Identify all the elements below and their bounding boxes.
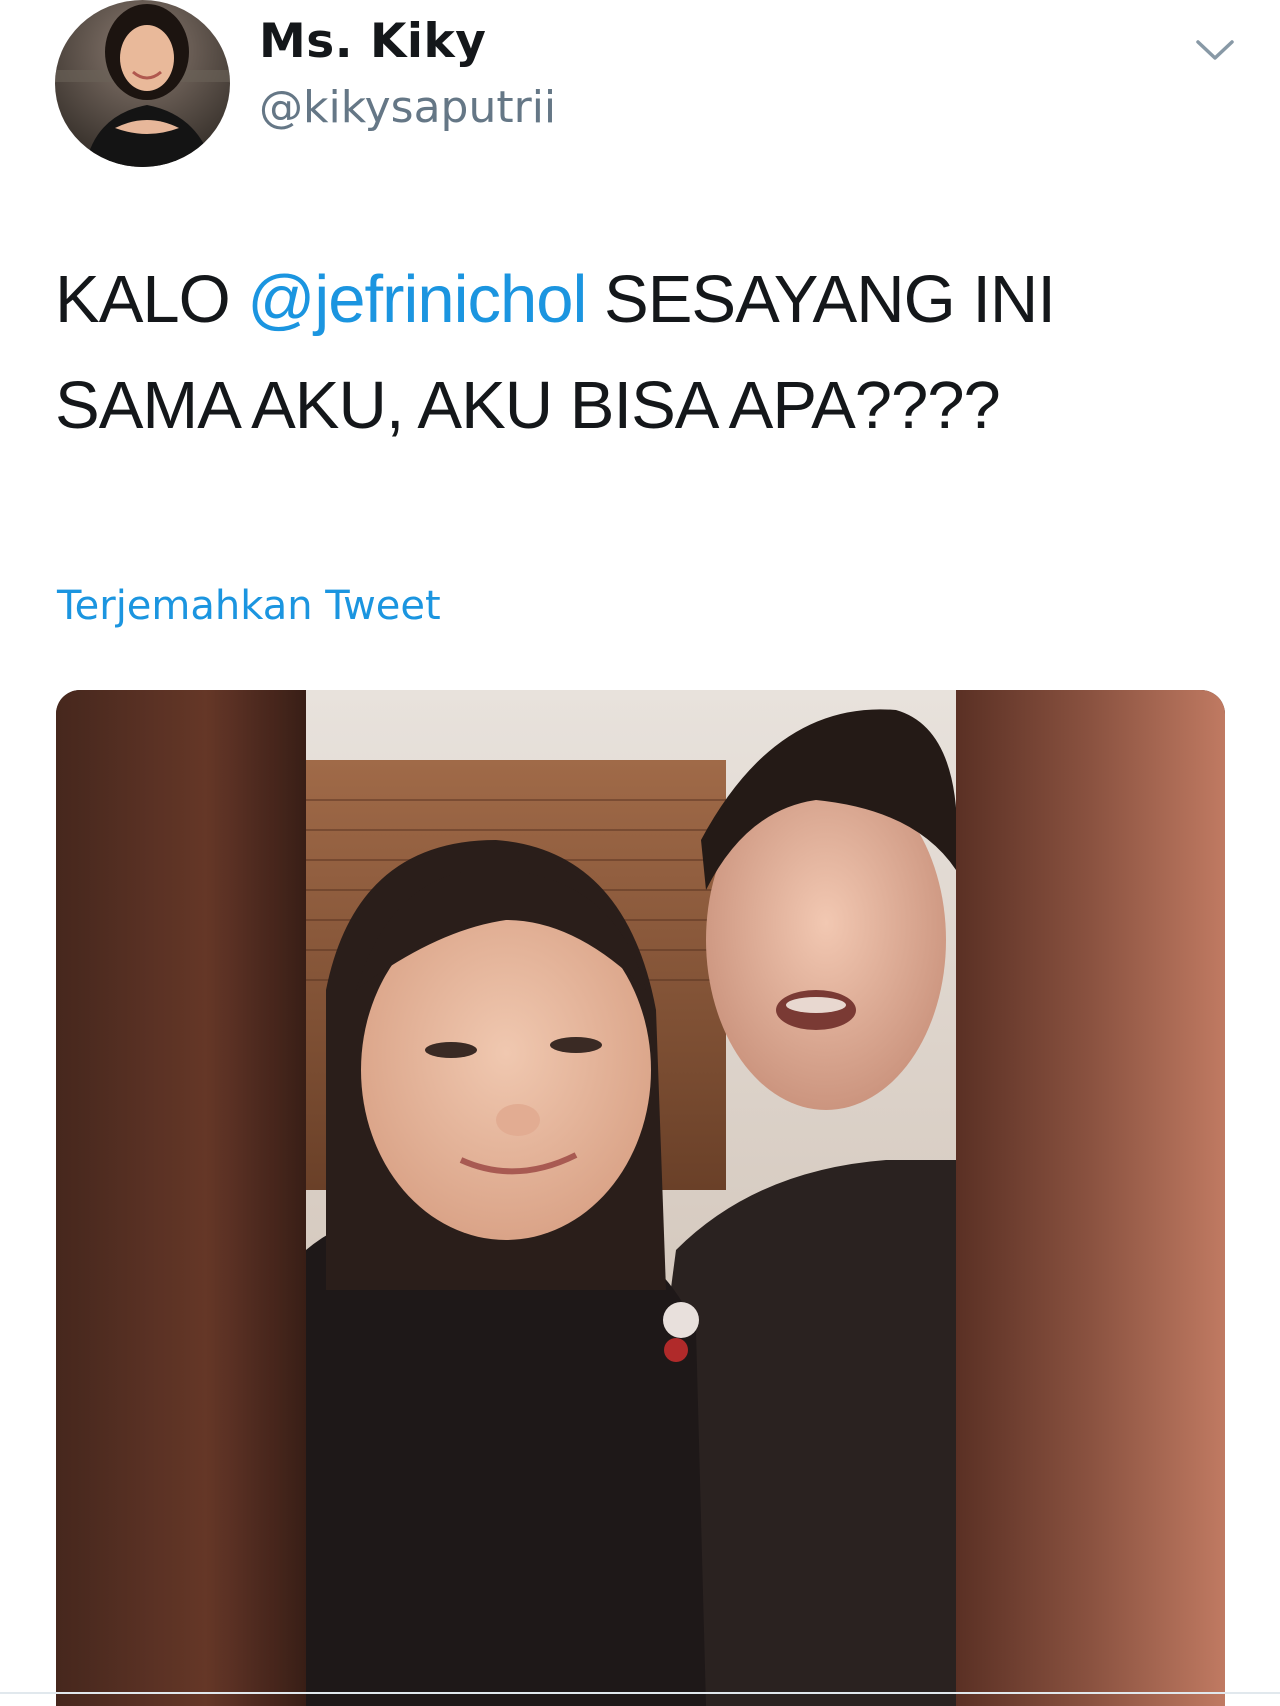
tweet-text-start: KALO xyxy=(55,262,248,337)
tweet-media-video[interactable] xyxy=(56,690,1225,1706)
media-photo xyxy=(56,690,1225,1706)
chevron-down-icon[interactable] xyxy=(1190,30,1240,70)
divider xyxy=(0,1692,1280,1694)
author-handle[interactable]: @kikysaputrii xyxy=(259,82,556,133)
tweet-card: Ms. Kiky @kikysaputrii KALO @jefrinichol… xyxy=(0,0,1280,1706)
author-display-name[interactable]: Ms. Kiky xyxy=(259,14,486,69)
translate-tweet-link[interactable]: Terjemahkan Tweet xyxy=(57,583,441,629)
author-avatar[interactable] xyxy=(55,0,230,167)
mention-link[interactable]: @jefrinichol xyxy=(247,262,587,337)
tweet-text: KALO @jefrinichol SESAYANG INI SAMA AKU,… xyxy=(55,247,1205,459)
